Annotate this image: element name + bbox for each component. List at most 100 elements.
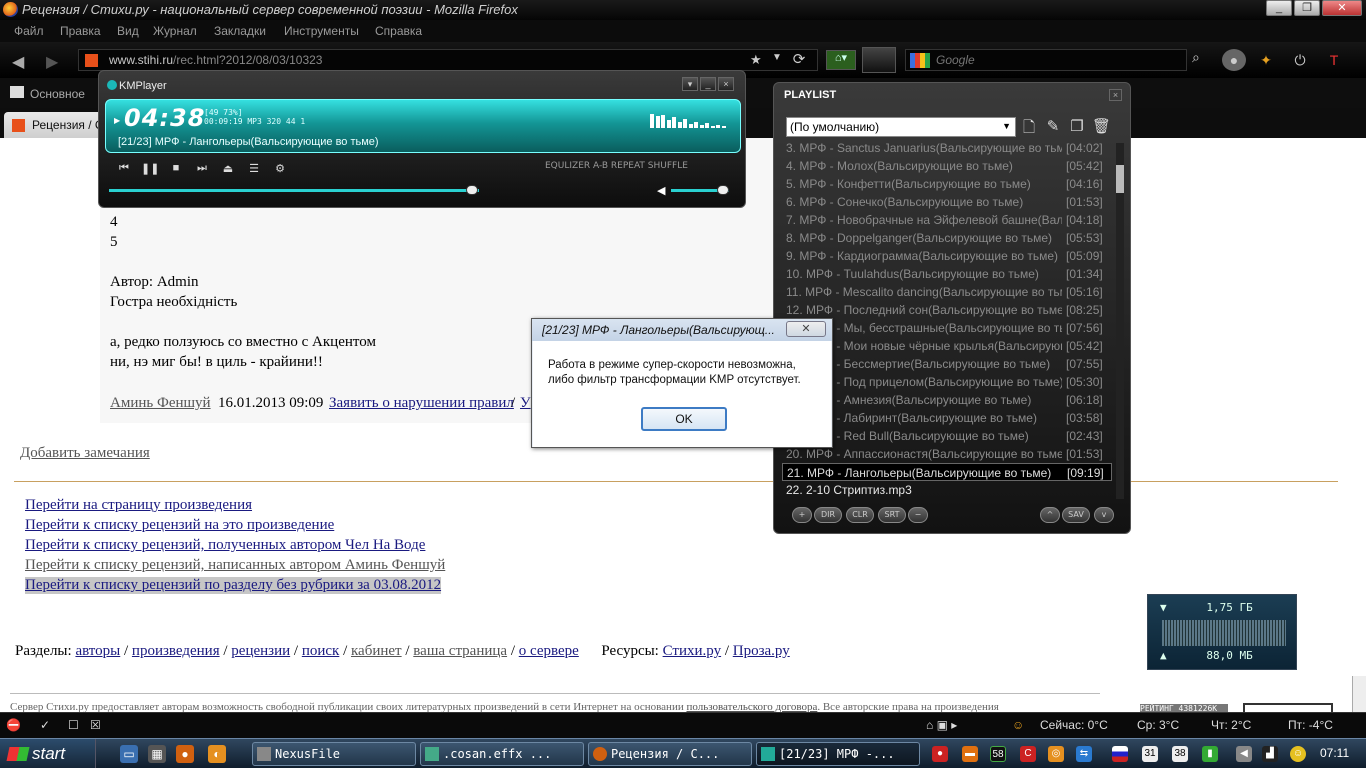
section-search[interactable]: поиск: [302, 643, 340, 659]
playlist-row[interactable]: 9. МРФ - Кардиограмма(Вальсирующие во ть…: [782, 247, 1112, 265]
menu-help[interactable]: Справка: [375, 24, 422, 38]
tray-green-icon[interactable]: ▮: [1202, 746, 1218, 762]
partial-link[interactable]: У: [520, 395, 531, 412]
kmplayer-menu-button[interactable]: ▾: [682, 77, 698, 91]
weather-fri[interactable]: Пт: -4°C: [1288, 718, 1333, 732]
playlist-row[interactable]: 7. МРФ - Новобрачные на Эйфелевой башне(…: [782, 211, 1112, 229]
section-reviews[interactable]: рецензии: [231, 643, 290, 659]
section-your-page[interactable]: ваша страница: [413, 643, 507, 659]
resource-stihi[interactable]: Стихи.ру: [663, 643, 721, 659]
download-icon[interactable]: ⏻: [1288, 49, 1312, 71]
search-icon[interactable]: ⌕: [1192, 49, 1212, 71]
task-cosan[interactable]: .cosan.effx ...: [420, 742, 584, 766]
playlist-button[interactable]: CLR: [846, 507, 874, 523]
close-square-icon[interactable]: ☒: [90, 718, 101, 732]
addon-circle-icon[interactable]: ●: [1222, 49, 1246, 71]
section-about[interactable]: о сервере: [519, 643, 579, 659]
playlist-row[interactable]: 3. МРФ - Sanctus Januarius(Вальсирующие …: [782, 139, 1112, 157]
clock[interactable]: 07:11: [1320, 746, 1349, 760]
page-scrollbar[interactable]: [1352, 676, 1366, 712]
search-bar[interactable]: [905, 49, 1187, 71]
task-kmplayer[interactable]: [21/23] МРФ -...: [756, 742, 920, 766]
review-author-link[interactable]: Аминь Феншуй: [110, 395, 211, 412]
playlist-scroll-thumb[interactable]: [1116, 165, 1124, 193]
firefox-quicklaunch-icon[interactable]: ●: [176, 745, 194, 763]
tray-temp2-icon[interactable]: 38: [1172, 746, 1188, 762]
playlist-row[interactable]: 12. МРФ - Последний сон(Вальсирующие во …: [782, 301, 1112, 319]
link-section-reviews[interactable]: Перейти к списку рецензий по разделу без…: [25, 577, 442, 594]
tray-record-icon[interactable]: ●: [932, 746, 948, 762]
tray-cpu-icon[interactable]: 58: [990, 746, 1006, 762]
playlist-scrollbar[interactable]: [1116, 143, 1124, 499]
eject-icon[interactable]: ⏏: [219, 162, 237, 176]
tray-misc-icons[interactable]: ⌂ ▣ ▸: [926, 718, 957, 732]
playlist-button[interactable]: v: [1094, 507, 1114, 523]
minimize-button[interactable]: _: [1266, 0, 1292, 16]
playlist-button[interactable]: ^: [1040, 507, 1060, 523]
forward-icon[interactable]: ▶: [46, 52, 58, 72]
playlist-button[interactable]: +: [792, 507, 812, 523]
tray-volume-icon[interactable]: ◀: [1236, 746, 1252, 762]
url-dropdown-icon[interactable]: ▼: [772, 52, 782, 63]
link-work-page[interactable]: Перейти на страницу произведения: [25, 497, 252, 514]
section-authors[interactable]: авторы: [75, 643, 120, 659]
resource-proza[interactable]: Проза.ру: [733, 643, 790, 659]
tray-c-icon[interactable]: C: [1020, 746, 1036, 762]
weather-now[interactable]: Сейчас: 0°C: [1040, 718, 1108, 732]
playlist-row[interactable]: 5. МРФ - Конфетти(Вальсирующие во тьме) […: [782, 175, 1112, 193]
menu-file[interactable]: Файл: [14, 24, 44, 38]
playlist-row[interactable]: 21. МРФ - Лангольеры(Вальсирующие во тьм…: [782, 463, 1112, 481]
new-file-icon[interactable]: 🗋: [1020, 117, 1038, 136]
sync-icon[interactable]: ☐: [68, 718, 79, 732]
playback-options[interactable]: EQULIZER A-B REPEAT SHUFFLE: [545, 161, 688, 171]
stop-icon[interactable]: ■: [167, 162, 185, 176]
playlist-button[interactable]: DIR: [814, 507, 842, 523]
kmplayer-minimize-button[interactable]: _: [700, 77, 716, 91]
volume-handle[interactable]: [717, 185, 730, 195]
language-flag-icon[interactable]: [1112, 746, 1128, 762]
bookmark-folder[interactable]: Основное: [30, 87, 85, 101]
task-firefox[interactable]: Рецензия / С...: [588, 742, 752, 766]
bookmark-star-icon[interactable]: ★: [750, 52, 762, 68]
edit-icon[interactable]: ✎: [1044, 117, 1062, 135]
copy-icon[interactable]: ❐: [1068, 117, 1086, 135]
weather-wed[interactable]: Ср: 3°C: [1137, 718, 1179, 732]
playlist-button[interactable]: −: [908, 507, 928, 523]
task-nexusfile[interactable]: NexusFile: [252, 742, 416, 766]
close-button[interactable]: ✕: [1322, 0, 1362, 16]
tray-smiley-icon[interactable]: ☺: [1290, 746, 1306, 762]
playlist-row[interactable]: 4. МРФ - Молох(Вальсирующие во тьме) [05:…: [782, 157, 1112, 175]
addon-star-icon[interactable]: ✦: [1254, 49, 1278, 71]
addon-t-icon[interactable]: T: [1322, 49, 1346, 71]
back-icon[interactable]: ◀: [12, 52, 24, 72]
tray-update-icon[interactable]: ◎: [1048, 746, 1064, 762]
seek-bar[interactable]: [109, 185, 479, 195]
playlist-selector[interactable]: (По умолчанию) ▼: [786, 117, 1016, 137]
report-link[interactable]: Заявить о нарушении правил: [329, 395, 514, 412]
playlist-row[interactable]: 10. МРФ - Tuulahdus(Вальсирующие во тьме…: [782, 265, 1112, 283]
ok-button[interactable]: OK: [641, 407, 727, 431]
playlist-row[interactable]: 6. МРФ - Сонечко(Вальсирующие во тьме) [0…: [782, 193, 1112, 211]
playlist-row[interactable]: 8. МРФ - Doppelganger(Вальсирующие во ть…: [782, 229, 1112, 247]
playlist-button[interactable]: SAV: [1062, 507, 1090, 523]
tray-network-icon[interactable]: ⇆: [1076, 746, 1092, 762]
pause-icon[interactable]: ❚❚: [141, 162, 159, 176]
playlist-row[interactable]: 22. 2-10 Стриптиз.mp3: [782, 481, 1112, 499]
kmplayer-close-button[interactable]: ×: [718, 77, 734, 91]
tray-app-icon[interactable]: ▬: [962, 746, 978, 762]
quicklaunch-icon[interactable]: ▦: [148, 745, 166, 763]
start-button[interactable]: start: [0, 739, 96, 768]
trash-icon[interactable]: 🗑: [1092, 117, 1111, 135]
playlist-icon[interactable]: ☰: [245, 162, 263, 176]
seek-handle[interactable]: [465, 185, 478, 195]
settings-icon[interactable]: ⚙: [271, 162, 289, 176]
playlist-button[interactable]: SRT: [878, 507, 906, 523]
addon-green-icon[interactable]: ⌂▾: [826, 50, 856, 70]
add-note-link[interactable]: Добавить замечания: [20, 445, 150, 462]
playlist-row[interactable]: 11. МРФ - Mescalito dancing(Вальсирующие…: [782, 283, 1112, 301]
url-bar[interactable]: www.stihi.ru/rec.html?2012/08/03/10323: [78, 49, 818, 71]
menu-bookmarks[interactable]: Закладки: [214, 24, 266, 38]
menu-edit[interactable]: Правка: [60, 24, 101, 38]
abp-icon[interactable]: ⛔: [6, 718, 21, 732]
show-desktop-icon[interactable]: ▭: [120, 745, 138, 763]
